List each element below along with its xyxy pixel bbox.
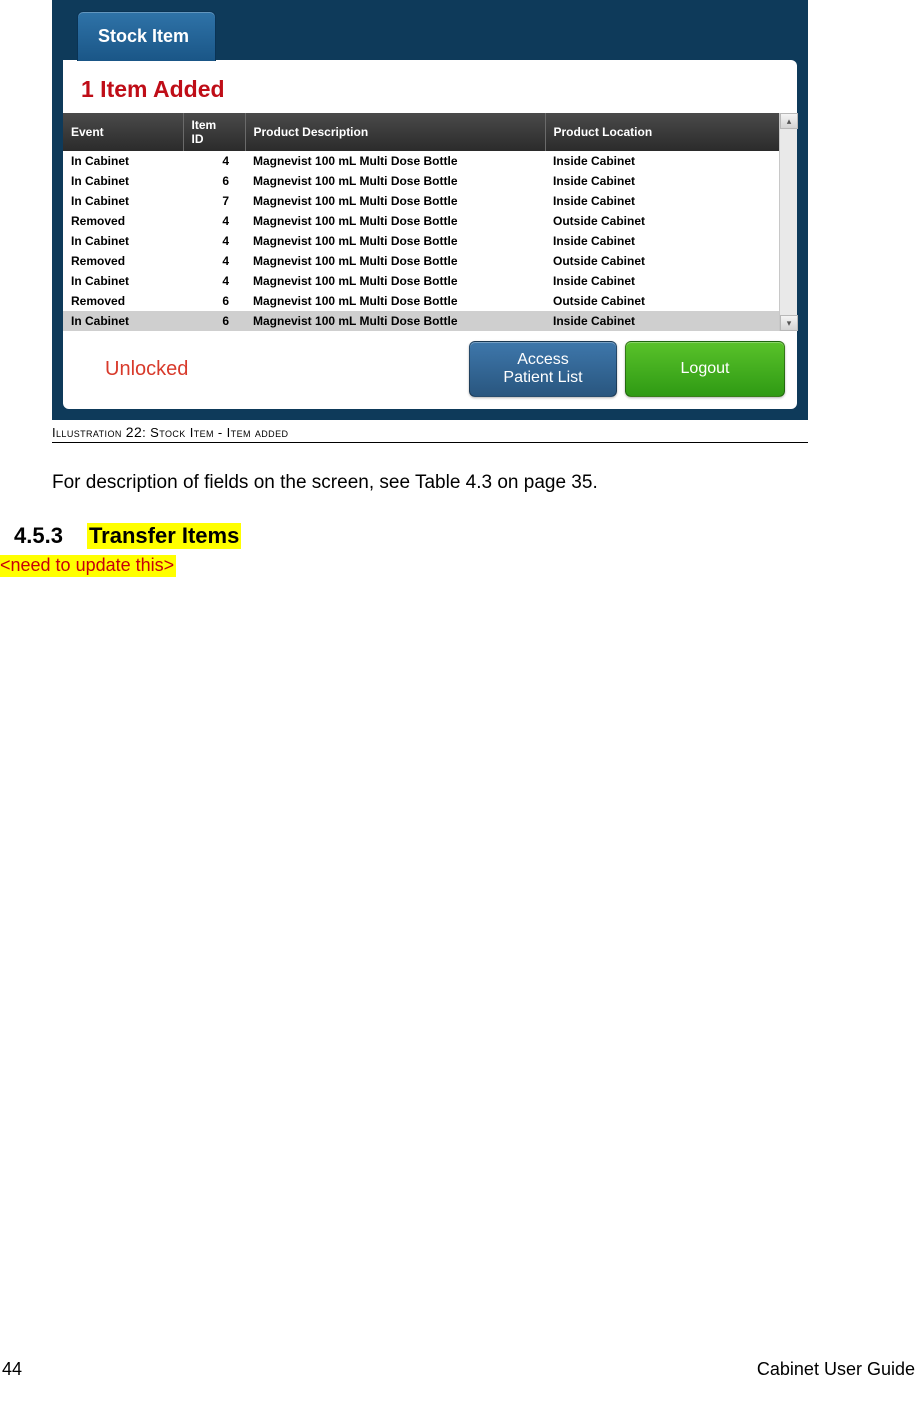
cell-location: Inside Cabinet — [545, 231, 779, 251]
doc-title: Cabinet User Guide — [757, 1359, 915, 1380]
figure-caption: Illustration 22: Stock Item - Item added — [52, 424, 808, 443]
scroll-up-button[interactable]: ▴ — [780, 113, 798, 129]
logout-button[interactable]: Logout — [625, 341, 785, 397]
editor-note: <need to update this> — [0, 555, 176, 577]
tab-stock-item[interactable]: Stock Item — [77, 11, 216, 61]
cell-description: Magnevist 100 mL Multi Dose Bottle — [245, 231, 545, 251]
cell-event: In Cabinet — [63, 151, 183, 171]
cell-item-id: 7 — [183, 191, 245, 211]
cell-item-id: 6 — [183, 291, 245, 311]
scroll-down-button[interactable]: ▾ — [780, 315, 798, 331]
cell-location: Outside Cabinet — [545, 211, 779, 231]
banner-text: 1 Item Added — [81, 76, 225, 102]
cell-description: Magnevist 100 mL Multi Dose Bottle — [245, 291, 545, 311]
table-row[interactable]: In Cabinet7Magnevist 100 mL Multi Dose B… — [63, 191, 779, 211]
cell-event: Removed — [63, 251, 183, 271]
cell-location: Inside Cabinet — [545, 271, 779, 291]
body-paragraph: For description of fields on the screen,… — [52, 469, 917, 497]
page-number: 44 — [2, 1359, 22, 1380]
cell-event: Removed — [63, 291, 183, 311]
cell-event: In Cabinet — [63, 171, 183, 191]
cell-item-id: 4 — [183, 271, 245, 291]
col-header-item-id[interactable]: Item ID — [183, 113, 245, 151]
button-label: Logout — [681, 360, 730, 378]
cell-location: Outside Cabinet — [545, 251, 779, 271]
cell-item-id: 6 — [183, 171, 245, 191]
cell-description: Magnevist 100 mL Multi Dose Bottle — [245, 311, 545, 331]
col-header-event[interactable]: Event — [63, 113, 183, 151]
col-header-description[interactable]: Product Description — [245, 113, 545, 151]
cell-description: Magnevist 100 mL Multi Dose Bottle — [245, 171, 545, 191]
cell-location: Inside Cabinet — [545, 151, 779, 171]
caption-rest: : Stock Item - Item added — [142, 425, 288, 440]
table-row[interactable]: Removed4Magnevist 100 mL Multi Dose Bott… — [63, 251, 779, 271]
cell-item-id: 4 — [183, 211, 245, 231]
cell-location: Inside Cabinet — [545, 311, 779, 331]
cell-item-id: 6 — [183, 311, 245, 331]
access-patient-list-button[interactable]: Access Patient List — [469, 341, 617, 397]
event-table-wrap: Event Item ID Product Description Produc… — [63, 113, 797, 331]
chevron-down-icon: ▾ — [787, 318, 792, 329]
col-header-location[interactable]: Product Location — [545, 113, 779, 151]
section-number: 4.5.3 — [14, 523, 63, 549]
cell-item-id: 4 — [183, 231, 245, 251]
table-row[interactable]: In Cabinet6Magnevist 100 mL Multi Dose B… — [63, 311, 779, 331]
cell-event: Removed — [63, 211, 183, 231]
cell-description: Magnevist 100 mL Multi Dose Bottle — [245, 151, 545, 171]
cell-description: Magnevist 100 mL Multi Dose Bottle — [245, 191, 545, 211]
cell-event: In Cabinet — [63, 271, 183, 291]
cell-description: Magnevist 100 mL Multi Dose Bottle — [245, 211, 545, 231]
cell-event: In Cabinet — [63, 191, 183, 211]
banner: 1 Item Added — [63, 60, 797, 113]
page-footer: 44 Cabinet User Guide — [0, 1359, 917, 1380]
cell-event: In Cabinet — [63, 311, 183, 331]
table-row[interactable]: In Cabinet6Magnevist 100 mL Multi Dose B… — [63, 171, 779, 191]
section-heading: 4.5.3 Transfer Items — [14, 523, 917, 549]
table-row[interactable]: In Cabinet4Magnevist 100 mL Multi Dose B… — [63, 151, 779, 171]
table-row[interactable]: Removed4Magnevist 100 mL Multi Dose Bott… — [63, 211, 779, 231]
scrollbar[interactable]: ▴ ▾ — [779, 113, 797, 331]
button-label: Access Patient List — [503, 351, 582, 388]
tab-label: Stock Item — [98, 26, 189, 46]
cell-description: Magnevist 100 mL Multi Dose Bottle — [245, 251, 545, 271]
cell-location: Outside Cabinet — [545, 291, 779, 311]
lock-status: Unlocked — [105, 358, 188, 381]
cell-event: In Cabinet — [63, 231, 183, 251]
caption-number: 22 — [126, 424, 142, 440]
event-table: Event Item ID Product Description Produc… — [63, 113, 779, 331]
footer-bar: Unlocked Access Patient List Logout — [63, 331, 797, 409]
cell-item-id: 4 — [183, 251, 245, 271]
table-row[interactable]: Removed6Magnevist 100 mL Multi Dose Bott… — [63, 291, 779, 311]
cell-description: Magnevist 100 mL Multi Dose Bottle — [245, 271, 545, 291]
table-row[interactable]: In Cabinet4Magnevist 100 mL Multi Dose B… — [63, 271, 779, 291]
cell-item-id: 4 — [183, 151, 245, 171]
cell-location: Inside Cabinet — [545, 171, 779, 191]
caption-prefix: Illustration — [52, 425, 126, 440]
section-title: Transfer Items — [87, 523, 241, 549]
table-row[interactable]: In Cabinet4Magnevist 100 mL Multi Dose B… — [63, 231, 779, 251]
chevron-up-icon: ▴ — [787, 116, 792, 127]
app-window: Stock Item 1 Item Added Event Item ID Pr… — [52, 0, 808, 420]
cell-location: Inside Cabinet — [545, 191, 779, 211]
